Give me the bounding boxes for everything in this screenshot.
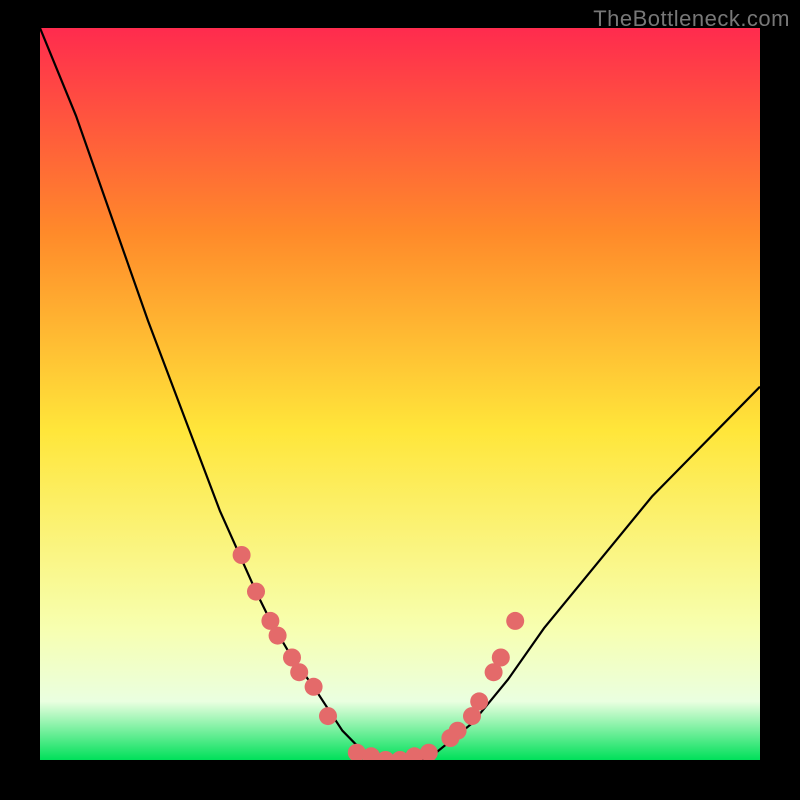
data-marker [319,707,337,725]
data-marker [290,663,308,681]
data-marker [269,627,287,645]
data-marker [247,583,265,601]
plot-area [40,28,760,760]
data-marker [449,722,467,740]
chart-stage: TheBottleneck.com [0,0,800,800]
data-marker [492,649,510,667]
chart-svg [40,28,760,760]
data-marker [506,612,524,630]
data-marker [233,546,251,564]
data-marker [305,678,323,696]
data-marker [470,692,488,710]
gradient-background [40,28,760,760]
